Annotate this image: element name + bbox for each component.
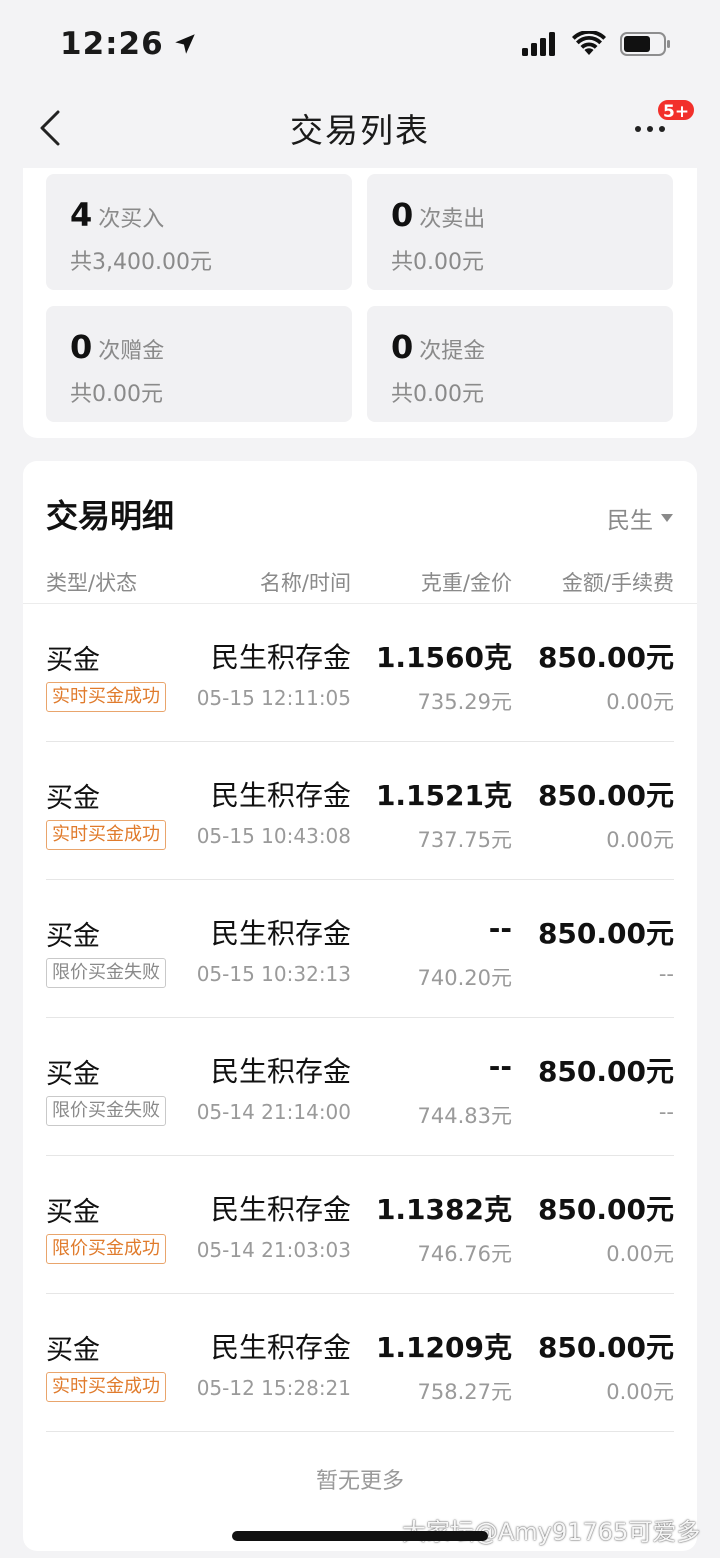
tx-amount: 850.00元: [537, 917, 674, 950]
tx-time: 05-15 12:11:05: [196, 686, 351, 710]
stat-label: 次买入: [98, 207, 165, 232]
stat-count: 4: [70, 196, 93, 234]
watermark: 大家坛@Amy91765可爱多: [402, 1518, 701, 1546]
tx-time: 05-15 10:32:13: [196, 962, 351, 986]
stat-count: 0: [391, 328, 414, 366]
tx-weight: 1.1382克: [375, 1193, 512, 1226]
tx-type: 买金: [46, 1197, 100, 1228]
bank-filter-dropdown[interactable]: 民生: [607, 501, 673, 535]
tx-fee: 0.00元: [606, 828, 674, 852]
status-icons: [522, 31, 672, 57]
tx-price: 746.76元: [417, 1242, 512, 1266]
tx-type: 买金: [46, 783, 100, 814]
stat-buy: 4 次买入 共3,400.00元: [46, 174, 352, 290]
nav-bar: 交易列表 5+: [0, 88, 720, 168]
stat-withdraw: 0 次提金 共0.00元: [367, 306, 673, 422]
table-row[interactable]: 买金 限价买金成功 民生积存金 05-14 21:03:03 1.1382克 7…: [46, 1156, 674, 1294]
tx-amount: 850.00元: [537, 779, 674, 812]
column-headers: 类型/状态 名称/时间 克重/金价 金额/手续费: [23, 563, 697, 603]
tx-type: 买金: [46, 1335, 100, 1366]
status-time: 12:26: [60, 26, 164, 62]
tx-name: 民生积存金: [210, 779, 351, 812]
tx-fee: 0.00元: [606, 1380, 674, 1404]
status-badge: 实时买金成功: [46, 682, 166, 712]
transaction-detail-card: 交易明细 民生 类型/状态 名称/时间 克重/金价 金额/手续费 买金 实时买金…: [23, 461, 697, 1551]
tx-name: 民生积存金: [210, 1193, 351, 1226]
page-title: 交易列表: [290, 111, 430, 150]
tx-weight: 1.1560克: [375, 641, 512, 674]
filter-label: 民生: [607, 508, 653, 534]
divider: [46, 1431, 674, 1432]
tx-price: 758.27元: [417, 1380, 512, 1404]
wifi-icon: [572, 31, 606, 55]
column-header-name: 名称/时间: [259, 571, 351, 595]
stat-gift: 0 次赠金 共0.00元: [46, 306, 352, 422]
tx-price: 737.75元: [417, 828, 512, 852]
notification-badge: 5+: [656, 98, 697, 122]
no-more-text: 暂无更多: [315, 1469, 404, 1494]
tx-weight: 1.1209克: [375, 1331, 512, 1364]
dropdown-triangle-icon: [661, 514, 673, 522]
tx-amount: 850.00元: [537, 1193, 674, 1226]
tx-weight: 1.1521克: [375, 779, 512, 812]
tx-fee: --: [658, 962, 674, 986]
tx-weight: --: [488, 1050, 512, 1083]
tx-time: 05-12 15:28:21: [196, 1376, 351, 1400]
stat-label: 次提金: [419, 339, 486, 364]
status-badge: 实时买金成功: [46, 820, 166, 850]
tx-price: 744.83元: [417, 1104, 512, 1128]
table-row[interactable]: 买金 限价买金失败 民生积存金 05-15 10:32:13 -- 740.20…: [46, 880, 674, 1018]
stat-total: 共0.00元: [391, 382, 484, 407]
column-header-amount: 金额/手续费: [561, 571, 674, 595]
tx-name: 民生积存金: [210, 641, 351, 674]
column-header-type: 类型/状态: [46, 571, 138, 595]
summary-card: 4 次买入 共3,400.00元 0 次卖出 共0.00元 0 次赠金 共0.00元 …: [23, 168, 697, 438]
column-header-weight: 克重/金价: [420, 571, 512, 595]
signal-icon: [522, 32, 555, 56]
status-badge: 限价买金失败: [46, 1096, 166, 1126]
tx-amount: 850.00元: [537, 1055, 674, 1088]
stat-label: 次赠金: [98, 339, 165, 364]
tx-type: 买金: [46, 1059, 100, 1090]
tx-time: 05-15 10:43:08: [196, 824, 351, 848]
stat-total: 共0.00元: [70, 382, 163, 407]
tx-type: 买金: [46, 645, 100, 676]
stat-count: 0: [70, 328, 93, 366]
home-indicator[interactable]: [232, 1531, 488, 1541]
tx-time: 05-14 21:14:00: [196, 1100, 351, 1124]
tx-name: 民生积存金: [210, 1331, 351, 1364]
stat-count: 0: [391, 196, 414, 234]
back-chevron-icon[interactable]: [32, 108, 72, 148]
tx-time: 05-14 21:03:03: [196, 1238, 351, 1262]
tx-type: 买金: [46, 921, 100, 952]
tx-name: 民生积存金: [210, 917, 351, 950]
tx-fee: --: [658, 1100, 674, 1124]
tx-fee: 0.00元: [606, 690, 674, 714]
table-row[interactable]: 买金 限价买金失败 民生积存金 05-14 21:14:00 -- 744.83…: [46, 1018, 674, 1156]
status-bar: 12:26: [0, 0, 720, 88]
table-row[interactable]: 买金 实时买金成功 民生积存金 05-15 12:11:05 1.1560克 7…: [46, 604, 674, 742]
tx-name: 民生积存金: [210, 1055, 351, 1088]
tx-amount: 850.00元: [537, 1331, 674, 1364]
tx-weight: --: [488, 912, 512, 945]
stat-total: 共0.00元: [391, 250, 484, 275]
table-row[interactable]: 买金 实时买金成功 民生积存金 05-12 15:28:21 1.1209克 7…: [46, 1294, 674, 1432]
battery-icon: [620, 32, 670, 56]
status-badge: 实时买金成功: [46, 1372, 166, 1402]
tx-amount: 850.00元: [537, 641, 674, 674]
section-title: 交易明细: [46, 497, 175, 535]
stat-label: 次卖出: [419, 207, 486, 232]
stat-sell: 0 次卖出 共0.00元: [367, 174, 673, 290]
location-arrow-icon: [174, 34, 195, 54]
tx-price: 735.29元: [417, 690, 512, 714]
status-badge: 限价买金失败: [46, 958, 166, 988]
tx-fee: 0.00元: [606, 1242, 674, 1266]
stat-total: 共3,400.00元: [70, 250, 212, 275]
status-time-group: 12:26: [60, 26, 198, 62]
tx-price: 740.20元: [417, 966, 512, 990]
table-row[interactable]: 买金 实时买金成功 民生积存金 05-15 10:43:08 1.1521克 7…: [46, 742, 674, 880]
status-badge: 限价买金成功: [46, 1234, 166, 1264]
